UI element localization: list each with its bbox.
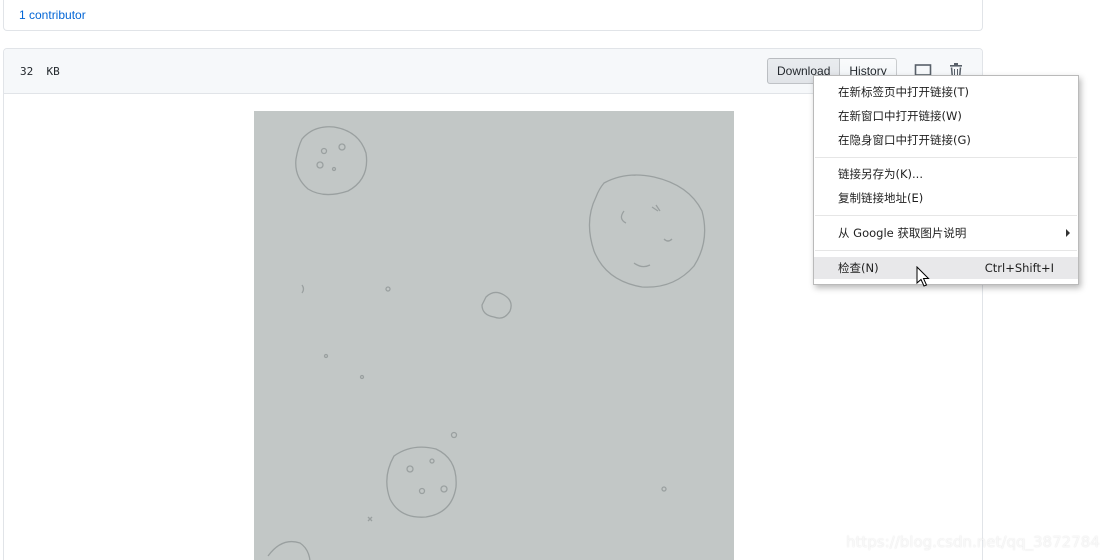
menu-item-label: 在隐身窗口中打开链接(G) [838,133,971,147]
mouse-cursor-icon [916,266,930,287]
menu-open-in-new-tab[interactable]: 在新标签页中打开链接(T) [814,81,1078,103]
menu-open-in-new-window[interactable]: 在新窗口中打开链接(W) [814,105,1078,127]
menu-separator [815,250,1077,251]
submenu-arrow-icon [1066,229,1070,237]
menu-item-label: 复制链接地址(E) [838,191,924,205]
image-preview[interactable] [254,111,734,560]
menu-separator [815,157,1077,158]
context-menu: 在新标签页中打开链接(T) 在新窗口中打开链接(W) 在隐身窗口中打开链接(G)… [813,75,1079,285]
menu-item-label: 在新窗口中打开链接(W) [838,109,962,123]
contributors-link[interactable]: 1 contributor [19,8,86,22]
menu-item-label: 检查(N) [838,261,879,275]
menu-google-image-description[interactable]: 从 Google 获取图片说明 [814,222,1078,244]
menu-copy-link-address[interactable]: 复制链接地址(E) [814,187,1078,209]
menu-item-label: 在新标签页中打开链接(T) [838,85,969,99]
menu-save-link-as[interactable]: 链接另存为(K)... [814,163,1078,185]
menu-shortcut: Ctrl+Shift+I [984,261,1054,275]
menu-item-label: 从 Google 获取图片说明 [838,226,967,240]
menu-separator [815,215,1077,216]
contributors-box: 1 contributor [3,0,983,31]
watermark: https://blog.csdn.net/qq_38727847 [846,533,1100,551]
menu-inspect[interactable]: 检查(N) Ctrl+Shift+I [814,257,1078,279]
file-size: 32 KB [20,65,60,78]
menu-item-label: 链接另存为(K)... [838,167,923,181]
rock-sprite-sheet-image [267,126,706,560]
menu-open-in-incognito[interactable]: 在隐身窗口中打开链接(G) [814,129,1078,151]
